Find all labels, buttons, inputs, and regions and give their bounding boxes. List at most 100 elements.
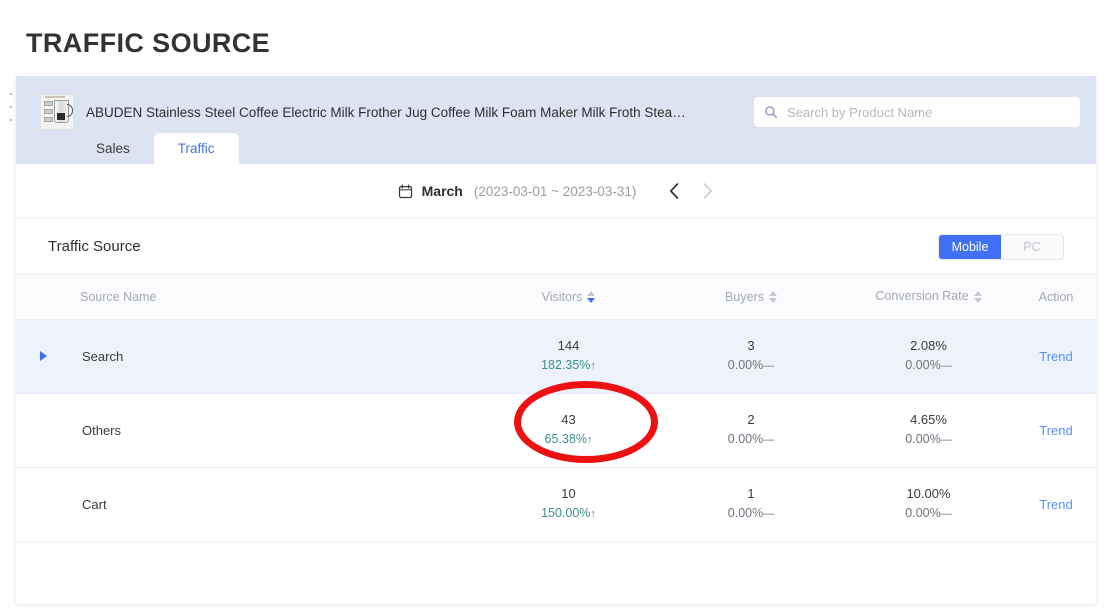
conversion-delta: 0.00%— — [841, 430, 1016, 449]
visitors-delta: 65.38%↑ — [476, 430, 661, 449]
visitors-value: 144 — [557, 338, 580, 354]
arrow-flat-icon: — — [940, 508, 952, 521]
conversion-delta-value: 0.00% — [905, 358, 941, 373]
conversion-rate-value: 10.00% — [906, 486, 951, 502]
cell-conversion-rate: 4.65% 0.00%— — [841, 393, 1016, 468]
table-row[interactable]: Cart 10 150.00%↑ 1 0.00%— 10.00% 0.00%— … — [16, 467, 1096, 542]
drag-dot — [10, 119, 12, 121]
section-tabs: Sales Traffic — [72, 132, 239, 165]
traffic-source-section-header: Traffic Source Mobile PC — [16, 219, 1096, 274]
conversion-rate-header-label: Conversion Rate — [875, 289, 969, 303]
trend-link[interactable]: Trend — [1039, 349, 1072, 364]
arrow-up-icon: ↑ — [590, 360, 596, 373]
arrow-flat-icon: — — [940, 360, 952, 373]
tab-traffic[interactable]: Traffic — [153, 132, 239, 164]
search-input[interactable] — [785, 103, 1070, 121]
arrow-flat-icon: — — [940, 434, 952, 447]
cell-visitors: 144 182.35%↑ — [476, 319, 661, 394]
sort-arrows-conversion-rate[interactable] — [973, 290, 982, 303]
device-toggle-mobile[interactable]: Mobile — [939, 234, 1001, 259]
visitors-delta-value: 150.00% — [541, 506, 591, 521]
calendar-icon — [398, 184, 413, 199]
trend-link[interactable]: Trend — [1039, 497, 1072, 512]
cell-source-name: Search — [16, 319, 476, 394]
cell-buyers: 1 0.00%— — [661, 467, 841, 542]
device-toggle: Mobile PC — [938, 233, 1064, 260]
conversion-delta: 0.00%— — [841, 504, 1016, 523]
date-month-label: March — [421, 183, 463, 199]
conversion-delta-value: 0.00% — [905, 506, 941, 521]
conversion-delta-value: 0.00% — [905, 432, 941, 447]
sort-arrows-visitors[interactable] — [587, 290, 596, 303]
source-name-value: Cart — [82, 496, 107, 512]
visitors-value: 43 — [561, 412, 576, 428]
arrow-up-icon: ↑ — [590, 508, 596, 521]
visitors-value: 10 — [561, 486, 576, 502]
action-header-label: Action — [1038, 289, 1074, 304]
thumbnail-jug-handle — [67, 104, 73, 117]
column-header-source-name: Source Name — [16, 274, 476, 320]
arrow-flat-icon: — — [763, 508, 775, 521]
column-header-action: Action — [1016, 274, 1096, 320]
source-name-header-label: Source Name — [80, 289, 157, 304]
product-header-band: ABUDEN Stainless Steel Coffee Electric M… — [16, 76, 1096, 164]
date-nav-controls — [668, 182, 714, 200]
buyers-delta: 0.00%— — [661, 504, 841, 523]
cell-action: Trend — [1016, 393, 1096, 468]
buyers-delta-value: 0.00% — [727, 358, 764, 373]
cell-action: Trend — [1016, 467, 1096, 542]
table-row[interactable]: Others 43 65.38%↑ 2 0.00%— 4.65% 0.00%— … — [16, 393, 1096, 468]
buyers-delta-value: 0.00% — [727, 506, 764, 521]
section-title: Traffic Source — [48, 238, 141, 255]
traffic-source-table: Source Name Visitors Buyers Conversion R… — [16, 274, 1096, 542]
visitors-delta: 182.35%↑ — [476, 356, 661, 375]
visitors-header-label: Visitors — [541, 289, 583, 304]
trend-link[interactable]: Trend — [1039, 423, 1072, 438]
column-header-buyers[interactable]: Buyers — [661, 274, 841, 320]
cell-visitors: 43 65.38%↑ — [476, 393, 661, 468]
cell-source-name: Others — [16, 393, 476, 468]
cell-visitors: 10 150.00%↑ — [476, 467, 661, 542]
product-thumbnail — [40, 94, 74, 130]
buyers-value: 2 — [747, 412, 755, 428]
product-title: ABUDEN Stainless Steel Coffee Electric M… — [86, 104, 686, 120]
page-title: TRAFFIC SOURCE — [26, 28, 271, 58]
buyers-delta: 0.00%— — [661, 430, 841, 449]
visitors-delta-value: 182.35% — [541, 358, 591, 373]
search-icon — [765, 106, 777, 118]
cell-buyers: 3 0.00%— — [661, 319, 841, 394]
product-search-box[interactable] — [754, 97, 1080, 127]
table-header-row: Source Name Visitors Buyers Conversion R… — [16, 274, 1096, 320]
conversion-rate-value: 2.08% — [910, 338, 947, 354]
buyers-value: 3 — [747, 338, 755, 354]
buyers-delta-value: 0.00% — [727, 432, 764, 447]
column-header-conversion-rate[interactable]: Conversion Rate — [841, 274, 1016, 320]
cell-buyers: 2 0.00%— — [661, 393, 841, 468]
visitors-delta-value: 65.38% — [544, 432, 587, 447]
source-name-value: Others — [82, 422, 122, 438]
source-name-value: Search — [82, 348, 124, 364]
date-range-label: (2023-03-01 ~ 2023-03-31) — [473, 183, 637, 199]
visitors-delta: 150.00%↑ — [476, 504, 661, 523]
drag-dot — [10, 93, 12, 95]
thumbnail-accessories — [44, 101, 53, 125]
conversion-rate-value: 4.65% — [910, 412, 947, 428]
expand-row-icon[interactable] — [40, 351, 60, 362]
sort-arrows-buyers[interactable] — [768, 290, 777, 303]
table-row[interactable]: Search 144 182.35%↑ 3 0.00%— 2.08% 0.00%… — [16, 319, 1096, 394]
cell-source-name: Cart — [16, 467, 476, 542]
chevron-right-icon[interactable] — [701, 182, 714, 200]
tab-sales[interactable]: Sales — [72, 133, 154, 165]
panel-drag-handle[interactable] — [9, 93, 13, 121]
chevron-left-icon[interactable] — [668, 182, 681, 200]
buyers-header-label: Buyers — [725, 289, 764, 304]
drag-dot — [10, 106, 12, 108]
device-toggle-pc[interactable]: PC — [1001, 234, 1063, 259]
thumbnail-top-strip — [45, 96, 65, 98]
date-range-bar: March (2023-03-01 ~ 2023-03-31) — [16, 164, 1096, 219]
column-header-visitors[interactable]: Visitors — [476, 274, 661, 320]
buyers-delta: 0.00%— — [661, 356, 841, 375]
arrow-flat-icon: — — [763, 434, 775, 447]
table-body: Search 144 182.35%↑ 3 0.00%— 2.08% 0.00%… — [16, 319, 1096, 542]
table-header: Source Name Visitors Buyers Conversion R… — [16, 274, 1096, 320]
